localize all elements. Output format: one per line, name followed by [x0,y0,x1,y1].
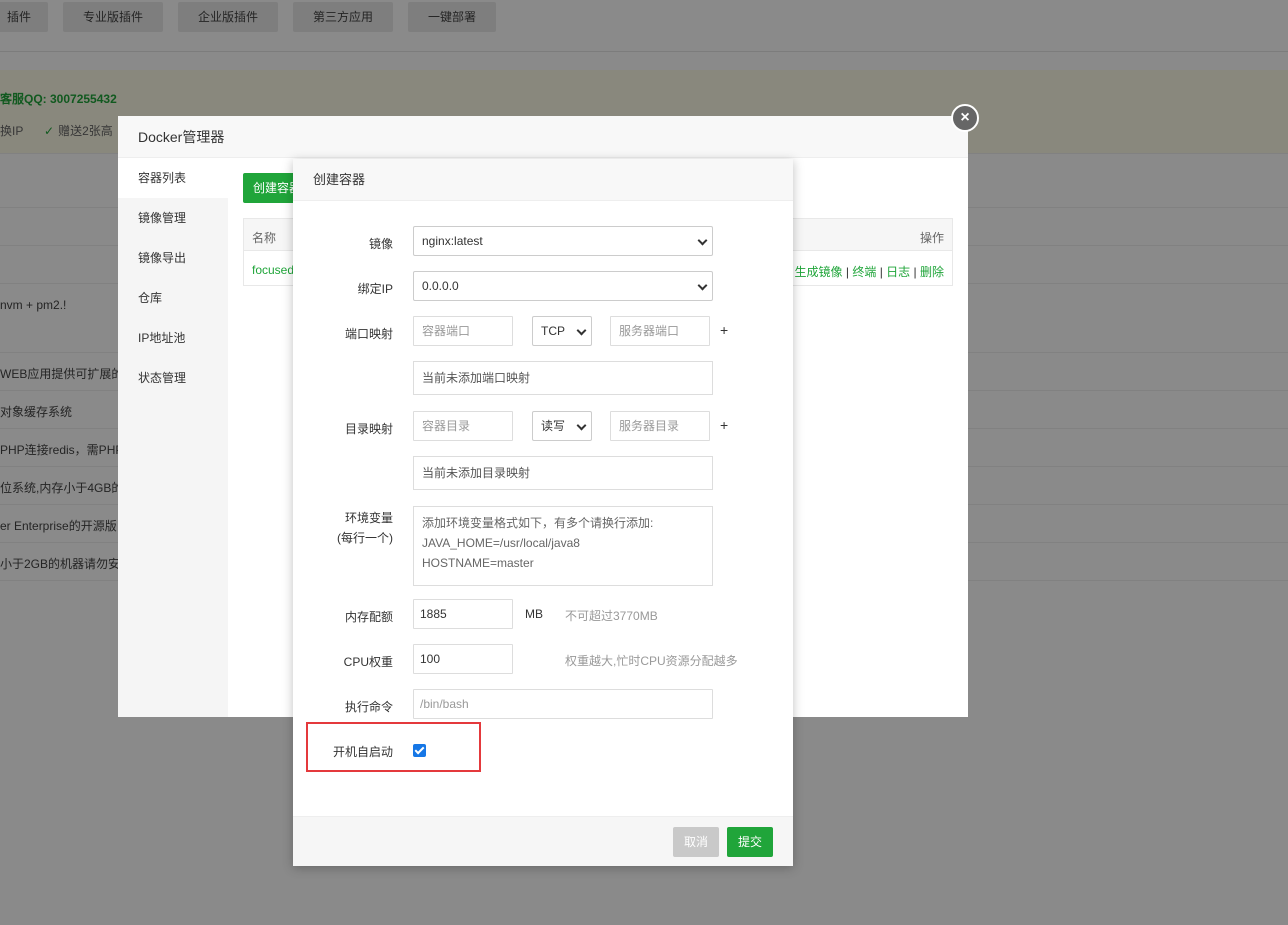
memory-unit: MB [525,607,543,621]
bind-ip-select[interactable]: 0.0.0.0 [413,271,713,301]
docker-manager-title: Docker管理器 [118,116,968,158]
command-label: 执行命令 [344,700,393,714]
env-textarea[interactable]: 添加环境变量格式如下，有多个请换行添加: JAVA_HOME=/usr/loca… [413,506,713,586]
delete-link[interactable]: 删除 [920,265,944,279]
image-label: 镜像 [368,237,393,251]
log-link[interactable]: 日志 [886,265,910,279]
column-name: 名称 [252,231,277,245]
container-name-link[interactable]: focused [252,263,294,277]
port-mapping-list: 当前未添加端口映射 [413,361,713,395]
cpu-input[interactable]: 100 [413,644,513,674]
cpu-hint: 权重越大,忙时CPU资源分配越多 [565,654,738,668]
container-dir-input[interactable]: 容器目录 [413,411,513,441]
command-input[interactable]: /bin/bash [413,689,713,719]
chevron-down-icon [576,325,587,336]
env-label-hint: (每行一个) [337,531,393,545]
docker-sidebar: 容器列表 镜像管理 镜像导出 仓库 IP地址池 状态管理 [118,158,228,717]
submit-button[interactable]: 提交 [727,827,773,857]
dialog-title: 创建容器 [293,159,793,201]
sidebar-item-ip-pool[interactable]: IP地址池 [118,318,228,358]
chevron-down-icon [697,235,708,246]
chevron-down-icon [576,420,587,431]
protocol-select[interactable]: TCP [532,316,592,346]
chevron-down-icon [697,280,708,291]
server-port-input[interactable]: 服务器端口 [610,316,710,346]
bind-ip-label: 绑定IP [357,282,393,296]
create-container-dialog: 创建容器 镜像 nginx:latest 绑定IP 0.0.0.0 端口映射 容… [293,159,793,866]
memory-label: 内存配额 [344,610,393,624]
build-image-link[interactable]: 生成镜像 [795,265,843,279]
dialog-footer: 取消 提交 [293,816,793,866]
autostart-checkbox[interactable] [413,744,426,757]
server-dir-input[interactable]: 服务器目录 [610,411,710,441]
sidebar-item-image-export[interactable]: 镜像导出 [118,238,228,278]
sidebar-item-status[interactable]: 状态管理 [118,358,228,398]
dir-mapping-label: 目录映射 [344,422,393,436]
column-ops: 操作 [919,231,944,245]
dir-mapping-list: 当前未添加目录映射 [413,456,713,490]
sidebar-item-registry[interactable]: 仓库 [118,278,228,318]
cpu-label: CPU权重 [343,655,393,669]
memory-input[interactable]: 1885 [413,599,513,629]
dir-mode-select[interactable]: 读写 [532,411,592,441]
sidebar-item-containers[interactable]: 容器列表 [118,158,228,198]
container-port-input[interactable]: 容器端口 [413,316,513,346]
terminal-link[interactable]: 终端 [852,265,876,279]
env-label: 环境变量 [344,511,393,525]
add-dir-button[interactable]: + [720,417,728,433]
image-select[interactable]: nginx:latest [413,226,713,256]
memory-hint: 不可超过3770MB [565,609,658,623]
close-icon[interactable]: × [951,104,979,132]
add-port-button[interactable]: + [720,322,728,338]
port-mapping-label: 端口映射 [344,327,393,341]
row-actions: 生成镜像 | 终端 | 日志 | 删除 [794,265,944,279]
sidebar-item-images[interactable]: 镜像管理 [118,198,228,238]
autostart-label: 开机自启动 [332,745,393,759]
cancel-button[interactable]: 取消 [673,827,719,857]
